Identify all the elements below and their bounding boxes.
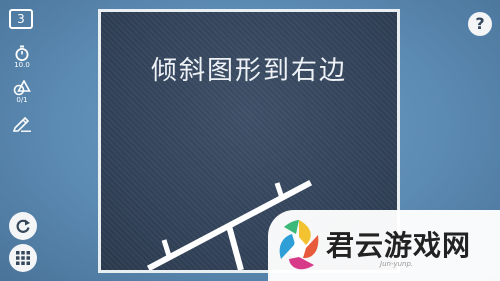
watermark-text: 君云游戏网 — [326, 229, 472, 262]
watermark: 君云游戏网 Jun-yunp. — [268, 210, 500, 281]
timer-value: 10.0 — [14, 61, 30, 69]
grid-menu-icon — [16, 251, 30, 265]
help-button[interactable]: ? — [468, 12, 492, 36]
restart-button[interactable] — [9, 212, 37, 240]
shapes-icon — [13, 80, 31, 96]
watermark-subtext: Jun-yunp. — [380, 260, 414, 268]
draw-tool[interactable] — [9, 114, 35, 132]
pencil-icon — [12, 116, 31, 132]
shapes-value: 0/1 — [16, 96, 28, 104]
seesaw-right-peg — [274, 182, 285, 199]
menu-button[interactable] — [9, 244, 37, 272]
watermark-logo — [279, 220, 319, 270]
seesaw-pivot-post — [226, 225, 244, 270]
stopwatch-icon — [15, 45, 29, 61]
seesaw-left-peg — [161, 239, 172, 257]
level-indicator: 3 — [9, 9, 33, 29]
restart-icon — [16, 219, 30, 233]
timer-stat: 10.0 — [9, 45, 35, 70]
shapes-stat: 0/1 — [9, 80, 35, 105]
